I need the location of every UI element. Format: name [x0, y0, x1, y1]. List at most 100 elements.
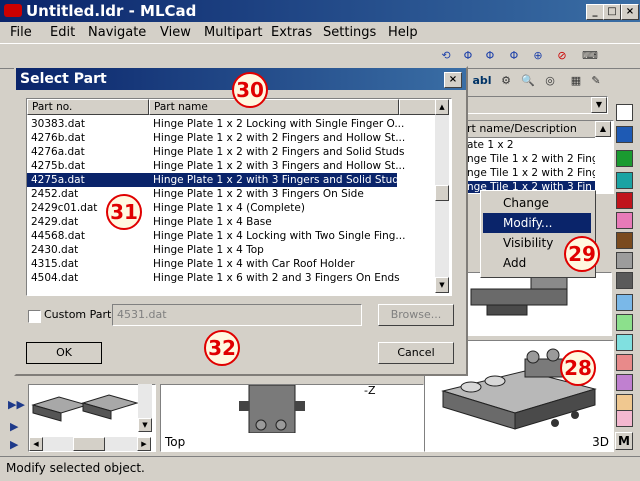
view-top-panel[interactable]: Top — [160, 384, 424, 452]
dialog-close-button[interactable]: × — [444, 72, 462, 88]
nav-forward-icon[interactable]: ▶▶ — [8, 398, 25, 411]
rotate-z-icon[interactable]: Φ — [480, 46, 500, 66]
rotate-y-icon[interactable]: Φ — [458, 46, 478, 66]
minimize-button[interactable]: _ — [586, 4, 604, 20]
color-swatch-brown[interactable] — [616, 232, 633, 249]
rotate-icon[interactable]: ⟲ — [436, 46, 456, 66]
scroll-down-icon[interactable]: ▼ — [435, 277, 449, 293]
nav-play-icon[interactable]: ▶ — [10, 438, 18, 451]
table-row[interactable]: 4276b.dat Hinge Plate 1 x 2 with 2 Finger… — [27, 131, 435, 145]
menu-view[interactable]: View — [160, 25, 191, 40]
rotate-x-icon[interactable]: Φ — [504, 46, 524, 66]
navigation-arrows: ▶▶ ▶ ▶ — [4, 392, 25, 452]
color-swatch-lightgreen[interactable] — [616, 314, 633, 331]
select-part-dialog: Select Part × Part no. Part name 30383.d… — [14, 66, 468, 376]
right-part-list[interactable]: rt name/Description ate 1 x 2 nge Tile 1… — [466, 120, 614, 194]
part-list[interactable]: Part no. Part name 30383.dat Hinge Plate … — [26, 98, 452, 296]
table-row[interactable]: 30383.dat Hinge Plate 1 x 2 Locking with … — [27, 117, 435, 131]
color-swatch-darkgray[interactable] — [616, 272, 633, 289]
table-row[interactable]: 4275b.dat Hinge Plate 1 x 2 with 3 Finger… — [27, 159, 435, 173]
color-swatch-gray[interactable] — [616, 252, 633, 269]
menu-multipart[interactable]: Multipart — [204, 25, 262, 40]
table-row[interactable]: 44568.dat Hinge Plate 1 x 4 Locking with … — [27, 229, 435, 243]
list-item[interactable]: nge Tile 1 x 2 with 2 Fing — [467, 153, 595, 165]
color-swatch-teal[interactable] — [616, 172, 633, 189]
part-list-scrollbar[interactable]: ▲ ▼ — [435, 99, 449, 293]
part-preview-bricks — [31, 394, 139, 422]
no-rotate-icon[interactable]: ⊘ — [552, 46, 572, 66]
preview-vscrollbar[interactable]: ▼ — [138, 384, 152, 432]
table-row[interactable]: 2429.dat Hinge Plate 1 x 4 Base — [27, 215, 435, 229]
table-row[interactable]: 4504.dat Hinge Plate 1 x 6 with 2 and 3 F… — [27, 271, 435, 285]
dialog-title: Select Part — [20, 71, 107, 87]
color-swatch-blue[interactable] — [616, 126, 633, 143]
column-extra[interactable] — [399, 99, 437, 115]
keyboard-icon[interactable]: ⌨ — [580, 46, 600, 66]
column-part-name[interactable]: Part name — [149, 99, 399, 115]
find-icon[interactable]: ⚙ — [496, 71, 516, 91]
custom-part-field[interactable]: 4531.dat — [112, 304, 362, 326]
menu-edit[interactable]: Edit — [50, 25, 75, 40]
edit-icon[interactable]: ✎ — [586, 71, 606, 91]
table-row[interactable]: 2452.dat Hinge Plate 1 x 2 with 3 Fingers… — [27, 187, 435, 201]
close-button[interactable]: × — [621, 4, 639, 20]
cancel-button[interactable]: Cancel — [378, 342, 454, 364]
abl-icon[interactable]: abl — [472, 71, 492, 91]
browse-button[interactable]: Browse... — [378, 304, 454, 326]
table-row-selected[interactable]: 4275a.dat Hinge Plate 1 x 2 with 3 Finger… — [27, 173, 404, 187]
scroll-thumb[interactable] — [73, 437, 105, 451]
scroll-down-icon[interactable]: ▼ — [138, 418, 152, 432]
scroll-right-icon[interactable]: ▶ — [137, 437, 151, 451]
right-list-scroll-up[interactable]: ▲ — [595, 121, 611, 137]
menu-item-change-color[interactable]: Change Color... — [483, 193, 591, 230]
menu-settings[interactable]: Settings — [323, 25, 376, 40]
zoom-icon[interactable]: ◎ — [540, 71, 560, 91]
table-row[interactable]: 2429c01.dat Hinge Plate 1 x 4 (Complete) — [27, 201, 435, 215]
color-swatch-red[interactable] — [616, 192, 633, 209]
nav-next-icon[interactable]: ▶ — [10, 420, 18, 433]
menu-extras[interactable]: Extras — [271, 25, 312, 40]
scroll-thumb[interactable] — [435, 185, 449, 201]
front-view-panel[interactable] — [466, 272, 612, 336]
column-part-no[interactable]: Part no. — [27, 99, 149, 115]
scroll-left-icon[interactable]: ◀ — [29, 437, 43, 451]
scroll-up-icon[interactable]: ▲ — [435, 99, 449, 115]
table-row[interactable]: 4315.dat Hinge Plate 1 x 4 with Car Roof … — [27, 257, 435, 271]
rotate-free-icon[interactable]: ⊕ — [528, 46, 548, 66]
view-3d-label: 3D — [592, 435, 609, 449]
menu-file[interactable]: File — [10, 25, 32, 40]
color-swatch-white[interactable] — [616, 104, 633, 121]
color-swatch-lightblue[interactable] — [616, 294, 633, 311]
color-swatch-salmon[interactable] — [616, 354, 633, 371]
dropdown-arrow-icon[interactable]: ▼ — [591, 97, 607, 113]
color-swatch-tan[interactable] — [616, 394, 633, 411]
menu-help[interactable]: Help — [388, 25, 418, 40]
right-dropdown[interactable]: ▼ — [466, 96, 608, 114]
preview-hscrollbar[interactable]: ◀ ▶ — [29, 437, 151, 451]
search-icon[interactable]: 🔍 — [518, 71, 538, 91]
custom-part-value: 4531.dat — [117, 308, 167, 321]
menu-navigate[interactable]: Navigate — [88, 25, 146, 40]
part-preview-panel[interactable]: ◀ ▶ — [28, 384, 156, 452]
color-swatch-green[interactable] — [616, 150, 633, 167]
menu-item-modify[interactable]: Modify... — [483, 213, 591, 233]
more-colors-button[interactable]: M — [615, 432, 633, 450]
ok-button[interactable]: OK — [26, 342, 102, 364]
color-swatch-pink[interactable] — [616, 212, 633, 229]
front-view-bricks — [470, 276, 568, 316]
color-swatch-cyan[interactable] — [616, 334, 633, 351]
custom-part-checkbox[interactable] — [28, 310, 41, 323]
image-icon[interactable]: ▦ — [566, 71, 586, 91]
list-item[interactable]: ate 1 x 2 — [467, 139, 514, 151]
annotation-badge-32: 32 — [204, 330, 240, 366]
table-row[interactable]: 2430.dat Hinge Plate 1 x 4 Top — [27, 243, 435, 257]
maximize-button[interactable]: □ — [603, 4, 621, 20]
top-view-render — [239, 384, 305, 434]
color-swatch-violet[interactable] — [616, 374, 633, 391]
table-row[interactable]: 4276a.dat Hinge Plate 1 x 2 with 2 Finger… — [27, 145, 435, 159]
color-swatch-lightpink[interactable] — [616, 410, 633, 427]
view-top-label: Top — [165, 435, 186, 449]
right-list-header[interactable]: rt name/Description — [467, 121, 595, 138]
list-item[interactable]: nge Tile 1 x 2 with 2 Fing — [467, 167, 595, 179]
app-title: Untitled.ldr - MLCad — [26, 2, 197, 20]
